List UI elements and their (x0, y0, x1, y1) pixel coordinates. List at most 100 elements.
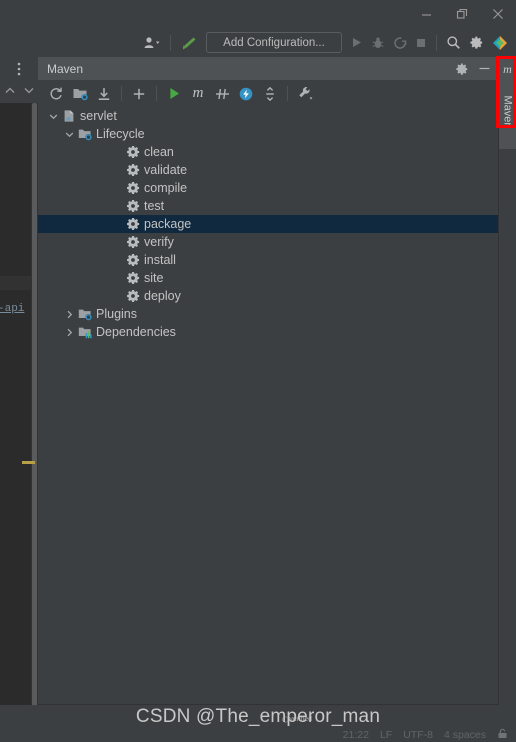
tree-row-label: servlet (80, 109, 117, 123)
collapse-all-button[interactable] (258, 82, 282, 106)
tree-row-label: verify (144, 235, 174, 249)
maven-goal-gear-icon (124, 179, 141, 197)
tree-row-install[interactable]: install (38, 251, 499, 269)
m-maven-icon: m (503, 61, 512, 76)
right-tab-maven-label-wrap: Maven (499, 79, 516, 145)
tree-row-compile[interactable]: compile (38, 179, 499, 197)
tree-row-label: Dependencies (96, 325, 176, 339)
chevron-down-icon[interactable] (24, 86, 34, 97)
status-line-separator[interactable]: LF (380, 729, 392, 741)
tree-row-test[interactable]: test (38, 197, 499, 215)
restore-button[interactable] (444, 0, 480, 28)
maven-toolbar-divider-1 (121, 86, 122, 101)
add-maven-project-button[interactable] (127, 82, 151, 106)
tree-row-label: Plugins (96, 307, 137, 321)
chevron-up-icon[interactable] (5, 86, 15, 97)
tree-row-package[interactable]: package (38, 215, 499, 233)
maven-toolbar: m (38, 80, 499, 107)
maven-goal-gear-icon (124, 269, 141, 287)
run-play-icon[interactable] (346, 31, 367, 55)
search-magnifier-icon[interactable] (442, 31, 465, 55)
toggle-skip-tests-button[interactable] (210, 82, 234, 106)
dependencies-icon (76, 323, 93, 341)
status-bar: 21:22 LF UTF-8 4 spaces (343, 728, 508, 742)
watermark-logo-icon: verified (282, 711, 312, 728)
maven-goal-gear-icon (124, 287, 141, 305)
maven-settings-button[interactable] (293, 82, 317, 106)
tree-row-dependencies[interactable]: Dependencies (38, 323, 499, 341)
chevron-right-icon[interactable] (63, 323, 76, 341)
tree-row-lifecycle[interactable]: Lifecycle (38, 125, 499, 143)
run-maven-build-button[interactable] (162, 82, 186, 106)
right-tab-maven[interactable]: m Maven (499, 57, 516, 149)
editor-peek-highlight-band (0, 276, 31, 290)
status-indent[interactable]: 4 spaces (444, 729, 486, 741)
run-configuration-label: Add Configuration... (223, 36, 325, 49)
chevron-down-icon[interactable] (63, 125, 76, 143)
left-tool-strip: -api (0, 57, 38, 741)
maven-project-icon: m (60, 107, 77, 125)
tree-row-site[interactable]: site (38, 269, 499, 287)
settings-gear-icon[interactable] (465, 31, 488, 55)
maven-projects-tree[interactable]: m servlet Lifecycle clean validate compile tes… (38, 107, 499, 705)
debug-bug-icon[interactable] (367, 31, 389, 55)
hide-panel-icon[interactable] (473, 57, 495, 80)
editor-nav-arrows (0, 80, 38, 103)
tree-row-label: compile (144, 181, 188, 195)
status-encoding[interactable]: UTF-8 (403, 729, 433, 741)
stop-square-icon[interactable] (411, 31, 431, 55)
maven-panel-title: Maven (47, 61, 84, 76)
run-with-coverage-icon[interactable] (389, 31, 411, 55)
toggle-offline-mode-button[interactable] (234, 82, 258, 106)
maven-panel-header: Maven (38, 57, 499, 80)
tree-row-validate[interactable]: validate (38, 161, 499, 179)
toolbar-divider (170, 34, 171, 51)
execute-maven-goal-button[interactable]: m (186, 82, 210, 106)
more-vertical-icon[interactable] (0, 57, 38, 80)
run-configuration-selector[interactable]: Add Configuration... (206, 32, 342, 53)
maven-goal-gear-icon (124, 251, 141, 269)
chevron-down-icon[interactable] (47, 107, 60, 125)
tree-row-clean[interactable]: clean (38, 143, 499, 161)
maven-toolbar-divider-3 (287, 86, 288, 101)
tree-row-deploy[interactable]: deploy (38, 287, 499, 305)
editor-peek-area[interactable]: -api (0, 103, 38, 741)
right-tab-maven-label: Maven (501, 95, 514, 129)
user-profile-icon[interactable] (139, 31, 165, 55)
maven-toolbar-divider-2 (156, 86, 157, 101)
right-tool-strip: m Maven (499, 57, 516, 705)
minimize-button[interactable] (408, 0, 444, 28)
chevron-right-icon[interactable] (63, 305, 76, 323)
toolbar-divider-2 (436, 34, 437, 51)
tree-row-label: test (144, 199, 165, 213)
maven-goal-gear-icon (124, 215, 141, 233)
editor-warning-marker[interactable] (22, 461, 35, 464)
read-only-lock-icon[interactable] (497, 728, 508, 742)
maven-goal-gear-icon (124, 233, 141, 251)
status-time: 21:22 (342, 729, 369, 741)
reload-all-maven-projects-button[interactable] (44, 82, 68, 106)
main-toolbar: Add Configuration... (0, 28, 516, 57)
maven-panel-tab[interactable]: Maven (38, 57, 166, 80)
window-controls (408, 0, 516, 28)
generate-sources-button[interactable] (68, 82, 92, 106)
maven-settings-gear-icon[interactable] (451, 57, 473, 80)
plugins-folder-icon (76, 305, 93, 323)
build-hammer-icon[interactable] (176, 31, 202, 55)
tree-row-plugins[interactable]: Plugins (38, 305, 499, 323)
maven-panel-header-fill (166, 57, 499, 80)
tree-row-servlet[interactable]: m servlet (38, 107, 499, 125)
intellij-idea-logo-icon[interactable] (488, 31, 512, 55)
download-sources-button[interactable] (92, 82, 116, 106)
tree-row-verify[interactable]: verify (38, 233, 499, 251)
tree-row-label: clean (144, 145, 174, 159)
lifecycle-folder-icon (76, 125, 93, 143)
tree-row-label: validate (144, 163, 188, 177)
editor-scrollbar-thumb[interactable] (32, 103, 37, 711)
close-button[interactable] (480, 0, 516, 28)
